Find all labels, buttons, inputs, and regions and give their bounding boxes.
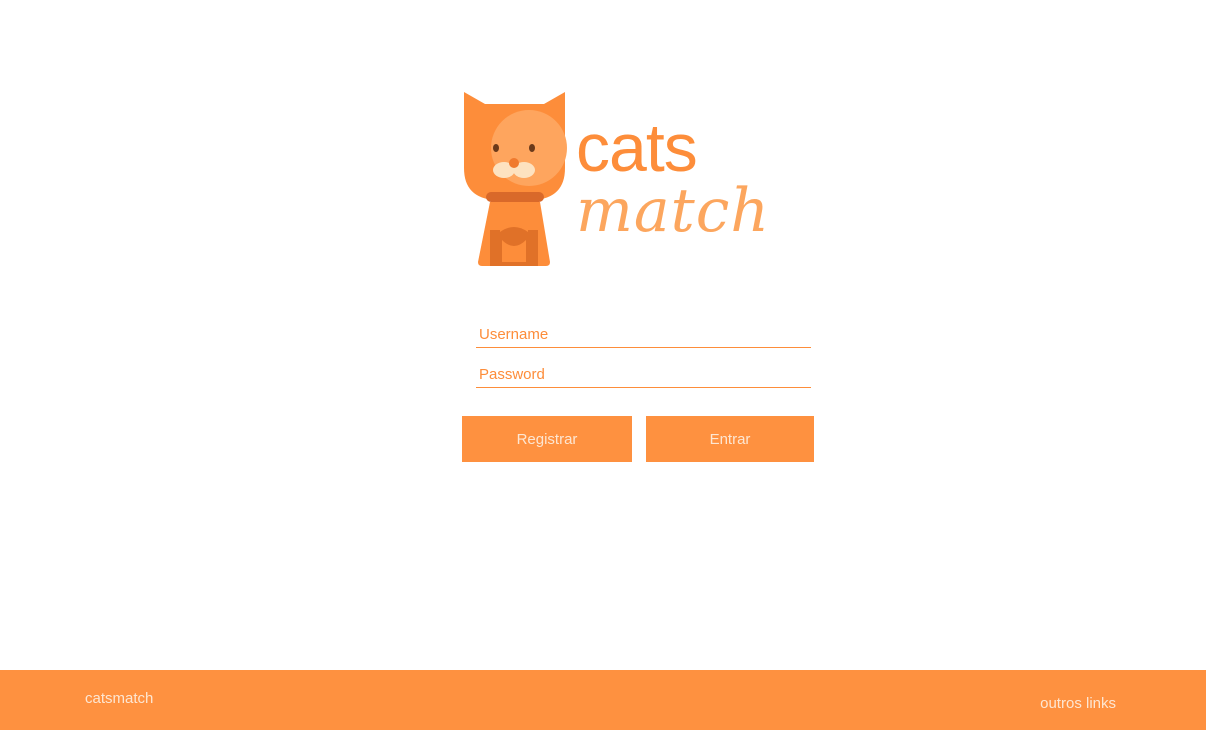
username-input[interactable] — [476, 322, 811, 348]
login-button[interactable]: Entrar — [646, 416, 814, 462]
logo-word-match: match — [576, 176, 771, 246]
logo: cats match — [462, 90, 802, 270]
footer-other-links[interactable]: outros links — [1040, 695, 1116, 712]
password-input[interactable] — [476, 362, 811, 388]
register-button[interactable]: Registrar — [462, 416, 632, 462]
footer: catsmatch outros links — [0, 670, 1206, 730]
cat-mascot-icon — [464, 92, 567, 266]
footer-brand: catsmatch — [85, 690, 154, 707]
login-page: cats match Registrar Entrar catsmatch ou… — [0, 0, 1206, 730]
